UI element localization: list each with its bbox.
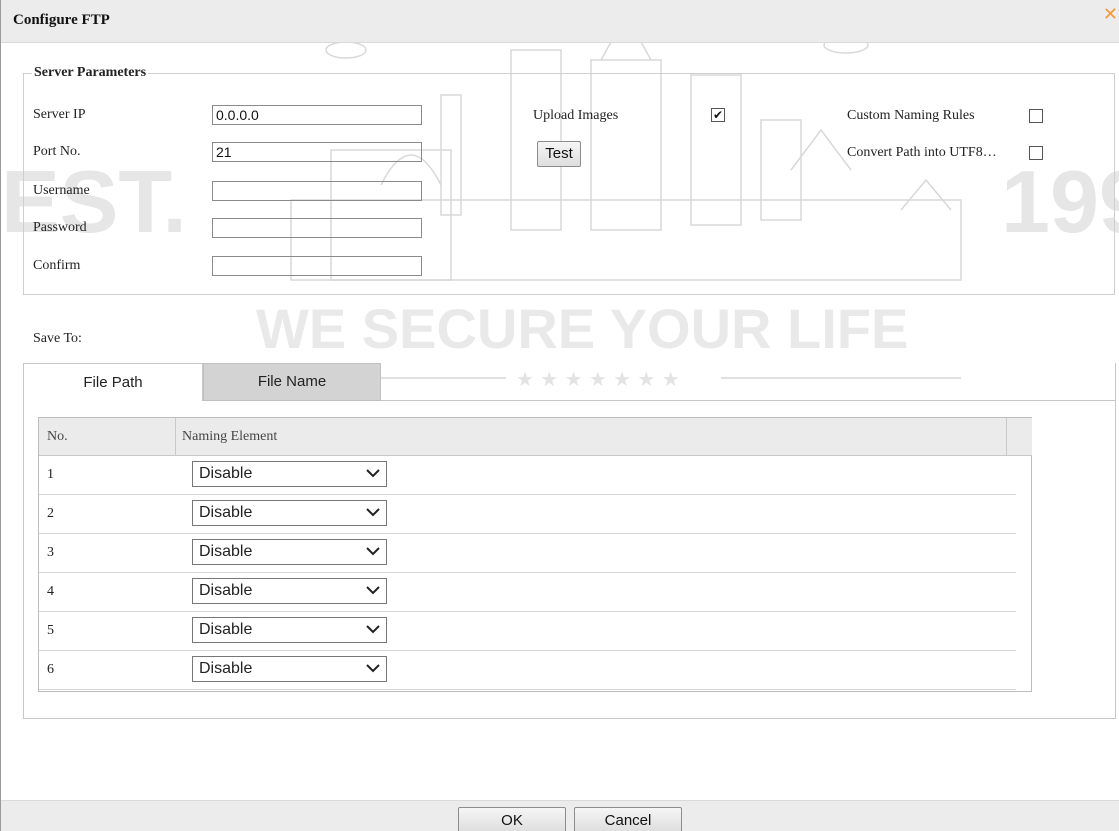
server-ip-input[interactable]: 0.0.0.0 (212, 105, 422, 125)
tab-strip-divider (381, 400, 1116, 401)
table-header-corner (1006, 418, 1032, 456)
server-ip-label: Server IP (33, 107, 86, 122)
tab-file-name[interactable]: File Name (203, 363, 381, 401)
convert-path-utf8-checkbox[interactable] (1029, 146, 1043, 160)
table-scrollbar[interactable] (1016, 456, 1031, 688)
server-parameters-group: Server Parameters (23, 65, 1115, 295)
select-value: Disable (199, 465, 253, 482)
svg-text:WE SECURE YOUR LIFE: WE SECURE YOUR LIFE (256, 297, 908, 360)
chevron-down-icon (366, 508, 380, 517)
confirm-label: Confirm (33, 258, 81, 273)
naming-element-select[interactable]: Disable (192, 656, 387, 682)
save-to-label: Save To: (33, 331, 82, 346)
test-button[interactable]: Test (537, 141, 581, 167)
row-number: 3 (47, 545, 54, 560)
dialog-title: Configure FTP (13, 12, 110, 28)
chevron-down-icon (366, 625, 380, 634)
naming-element-table: No. Naming Element 1 Disable 2 Disable 3… (38, 417, 1032, 692)
row-number: 4 (47, 584, 54, 599)
port-input[interactable]: 21 (212, 142, 422, 162)
cancel-button[interactable]: Cancel (574, 807, 682, 831)
chevron-down-icon (366, 664, 380, 673)
naming-element-select[interactable]: Disable (192, 539, 387, 565)
naming-element-select[interactable]: Disable (192, 500, 387, 526)
upload-images-label: Upload Images (533, 108, 619, 123)
convert-path-utf8-label: Convert Path into UTF8… (847, 145, 997, 160)
server-parameters-legend: Server Parameters (34, 65, 147, 80)
table-row: 1 Disable (39, 456, 1016, 495)
select-value: Disable (199, 660, 253, 677)
select-value: Disable (199, 543, 253, 560)
close-icon[interactable]: ✕ (1103, 6, 1118, 24)
password-input[interactable] (212, 218, 422, 238)
checkmark-icon: ✔ (712, 108, 724, 122)
tab-file-path[interactable]: File Path (23, 363, 203, 401)
custom-naming-rules-label: Custom Naming Rules (847, 108, 975, 123)
table-row: 4 Disable (39, 573, 1016, 612)
dialog-titlebar: Configure FTP ✕ (1, 0, 1119, 43)
chevron-down-icon (366, 547, 380, 556)
naming-element-select[interactable]: Disable (192, 617, 387, 643)
upload-images-checkbox[interactable]: ✔ (711, 108, 725, 122)
table-row: 3 Disable (39, 534, 1016, 573)
naming-element-select[interactable]: Disable (192, 461, 387, 487)
table-row: 2 Disable (39, 495, 1016, 534)
configure-ftp-dialog: EST. 199 WE SECURE YOUR LIFE ★ ★ ★ ★ ★ ★… (0, 0, 1119, 831)
table-header: No. Naming Element (39, 418, 1007, 456)
naming-element-select[interactable]: Disable (192, 578, 387, 604)
select-value: Disable (199, 504, 253, 521)
chevron-down-icon (366, 469, 380, 478)
chevron-down-icon (366, 586, 380, 595)
column-header-no: No. (47, 429, 68, 444)
dialog-footer: OK Cancel (1, 800, 1119, 831)
custom-naming-rules-checkbox[interactable] (1029, 109, 1043, 123)
select-value: Disable (199, 621, 253, 638)
row-number: 6 (47, 662, 54, 677)
row-number: 2 (47, 506, 54, 521)
column-header-naming-element: Naming Element (182, 429, 278, 444)
table-row: 6 Disable (39, 651, 1016, 690)
password-label: Password (33, 220, 87, 235)
username-input[interactable] (212, 181, 422, 201)
select-value: Disable (199, 582, 253, 599)
table-row: 5 Disable (39, 612, 1016, 651)
ok-button[interactable]: OK (458, 807, 566, 831)
row-number: 5 (47, 623, 54, 638)
row-number: 1 (47, 467, 54, 482)
confirm-password-input[interactable] (212, 256, 422, 276)
username-label: Username (33, 183, 90, 198)
port-label: Port No. (33, 144, 81, 159)
